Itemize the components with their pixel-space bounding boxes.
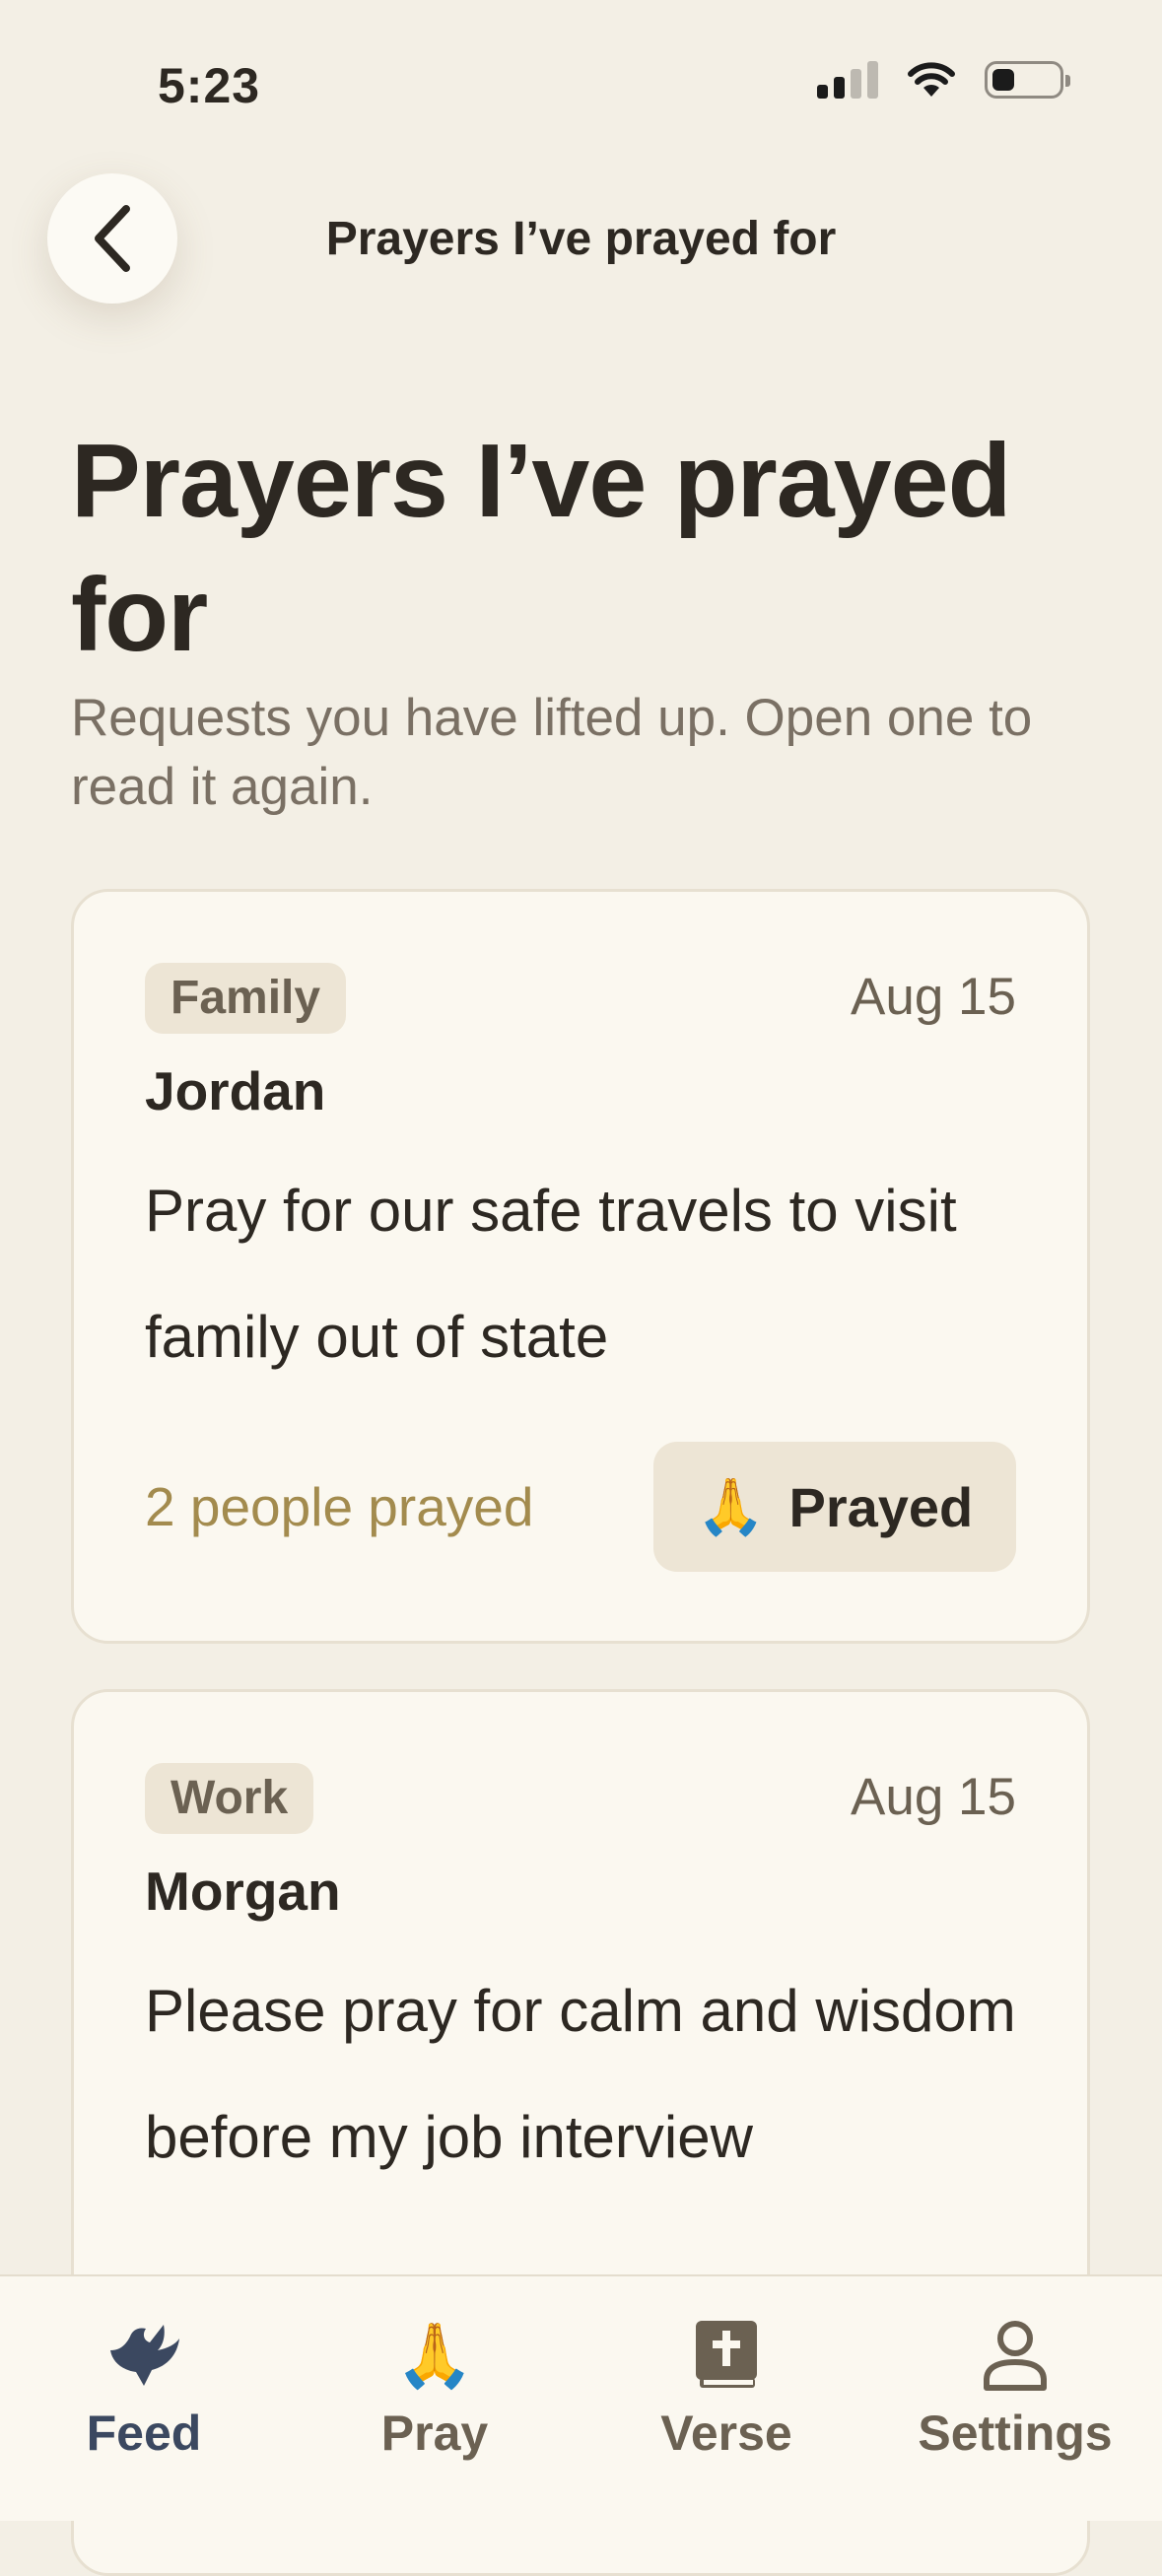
bible-icon (696, 2321, 757, 2388)
category-tag: Work (145, 1763, 314, 1834)
tab-settings[interactable]: Settings (897, 2316, 1133, 2462)
prayer-card[interactable]: Family Aug 15 Jordan Pray for our safe t… (71, 889, 1090, 1644)
requester-name: Jordan (145, 1060, 326, 1121)
tab-pray[interactable]: 🙏 Pray (316, 2316, 553, 2462)
tab-bar: Feed 🙏 Pray Verse Settings (0, 2274, 1162, 2521)
prayer-date: Aug 15 (851, 968, 1016, 1026)
person-icon (984, 2321, 1047, 2391)
status-time: 5:23 (158, 58, 261, 113)
praying-hands-icon: 🙏 (696, 1475, 766, 1537)
praying-hands-icon: 🙏 (395, 2320, 474, 2391)
tab-label: Pray (380, 2406, 489, 2461)
tab-label: Feed (86, 2406, 202, 2461)
page-subtitle: Requests you have lifted up. Open one to… (71, 689, 1033, 816)
wifi-icon (908, 62, 955, 97)
dove-icon (110, 2325, 179, 2386)
category-tag: Family (145, 963, 347, 1034)
prayed-button-label: Prayed (788, 1475, 974, 1538)
nav-title: Prayers I’ve prayed for (325, 213, 837, 265)
status-icons (817, 61, 1070, 99)
battery-icon (985, 61, 1070, 99)
tab-label: Verse (660, 2406, 792, 2461)
prayed-button[interactable]: 🙏 Prayed (653, 1442, 1016, 1572)
signal-icon (817, 61, 878, 99)
prayed-count: 2 people prayed (145, 1476, 534, 1537)
tab-label: Settings (918, 2406, 1113, 2461)
requester-name: Morgan (145, 1861, 341, 1922)
page-title: Prayers I’ve prayed for (71, 423, 1011, 673)
tab-verse[interactable]: Verse (608, 2316, 845, 2462)
prayer-date: Aug 15 (851, 1768, 1016, 1826)
prayer-text: Pray for our safe travels to visit famil… (145, 1178, 957, 1370)
prayer-text: Please pray for calm and wisdom before m… (145, 1978, 1016, 2170)
tab-feed[interactable]: Feed (26, 2316, 262, 2462)
